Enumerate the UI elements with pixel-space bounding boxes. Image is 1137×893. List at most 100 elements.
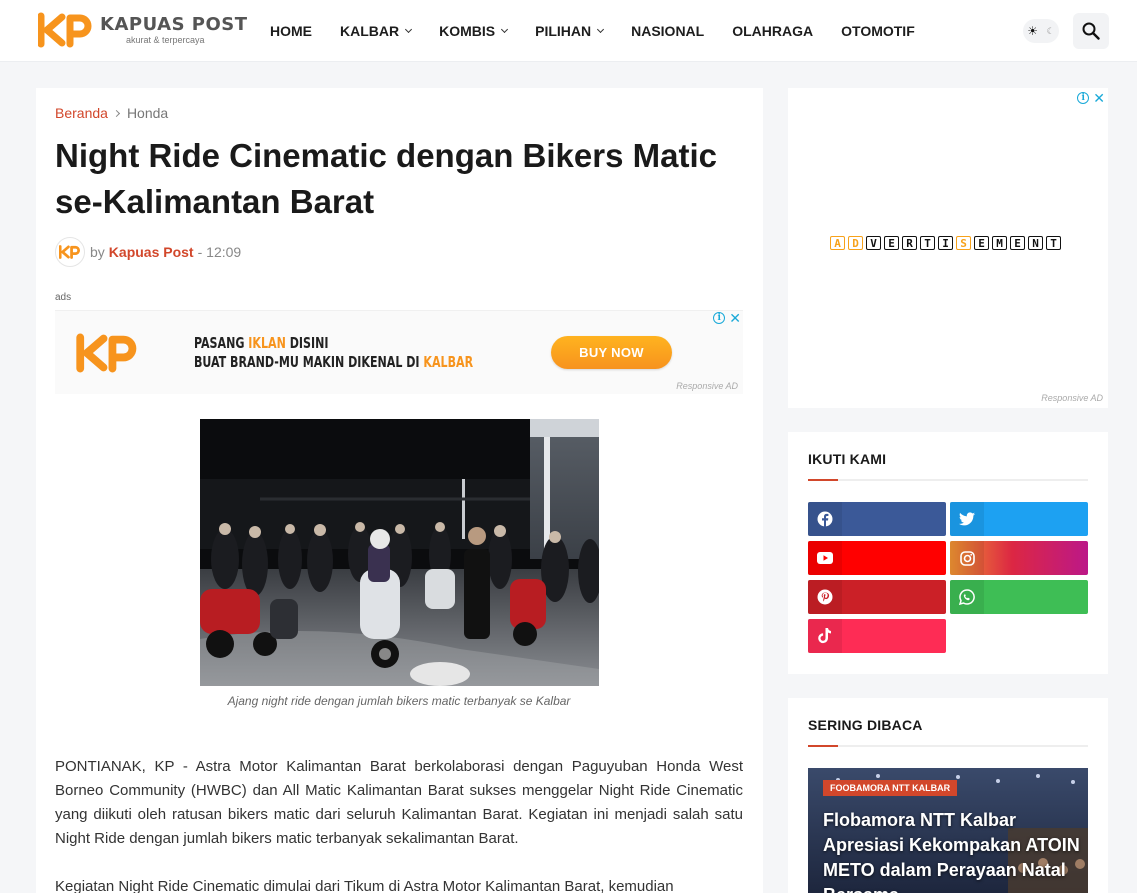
advert-letter: D [848, 236, 863, 250]
site-logo[interactable]: KAPUAS POST akurat & terpercaya [38, 12, 248, 48]
twitter-icon [950, 502, 984, 536]
moon-icon: ☾ [1046, 25, 1055, 36]
buy-now-button[interactable]: BUY NOW [551, 336, 672, 369]
advert-letter: N [1028, 236, 1043, 250]
instagram-icon [950, 541, 984, 575]
ad-text: BUAT BRAND-MU MAKIN DIKENAL DI [194, 353, 424, 371]
advert-letter: V [866, 236, 881, 250]
nav-olahraga[interactable]: OLAHRAGA [718, 23, 827, 39]
popular-post-thumbnail[interactable]: FOOBAMORA NTT KALBAR Flobamora NTT Kalba… [808, 768, 1088, 893]
social-tiktok[interactable] [808, 619, 946, 653]
advert-letter: E [1010, 236, 1025, 250]
nav-label: PILIHAN [535, 23, 592, 39]
advert-letter: E [974, 236, 989, 250]
ad-controls: i ✕ [1077, 91, 1105, 105]
chevron-down-icon [501, 25, 509, 33]
ad-banner[interactable]: PASANG IKLAN DISINI BUAT BRAND-MU MAKIN … [55, 310, 743, 394]
nav-home[interactable]: HOME [256, 23, 326, 39]
advert-letter: A [830, 236, 845, 250]
sidebar-ad[interactable]: i ✕ A D V E R T I S E M E N T Responsive… [788, 88, 1108, 408]
site-tagline: akurat & terpercaya [126, 34, 205, 45]
author-link[interactable]: Kapuas Post [109, 244, 194, 260]
social-instagram[interactable] [950, 541, 1088, 575]
logo-text: KAPUAS POST akurat & terpercaya [100, 13, 248, 45]
ad-text: DISINI [285, 334, 329, 352]
widget-title: IKUTI KAMI [808, 451, 887, 467]
advert-letter: S [956, 236, 971, 250]
nav-pilihan[interactable]: PILIHAN [521, 23, 617, 39]
social-whatsapp[interactable] [950, 580, 1088, 614]
article-card: Beranda Honda Night Ride Cinematic denga… [36, 88, 763, 893]
advert-letter: I [938, 236, 953, 250]
popular-post-title[interactable]: Flobamora NTT Kalbar Apresiasi Kekompaka… [823, 808, 1085, 893]
article-photo[interactable] [200, 419, 599, 686]
widget-title: SERING DIBACA [808, 717, 923, 733]
logo-mark-icon [59, 245, 80, 259]
close-icon[interactable]: ✕ [1093, 91, 1105, 105]
social-pinterest[interactable] [808, 580, 946, 614]
site-header: KAPUAS POST akurat & terpercaya HOME KAL… [0, 0, 1137, 62]
advert-letter: T [1046, 236, 1061, 250]
responsive-ad-label: Responsive AD [676, 381, 738, 391]
nav-kombis[interactable]: KOMBIS [425, 23, 521, 39]
main-nav: HOME KALBAR KOMBIS PILIHAN NASIONAL OLAH… [256, 0, 929, 62]
article-title: Night Ride Cinematic dengan Bikers Matic… [55, 137, 717, 220]
publish-time: - 12:09 [197, 244, 242, 260]
popular-widget: SERING DIBACA FOOBAMORA NTT KALBAR Floba… [788, 698, 1108, 893]
advert-letter: E [884, 236, 899, 250]
category-badge[interactable]: FOOBAMORA NTT KALBAR [823, 780, 958, 796]
tiktok-icon [808, 619, 842, 653]
social-facebook[interactable] [808, 502, 946, 536]
breadcrumb-current-link[interactable]: Honda [127, 105, 168, 121]
advert-letter: R [902, 236, 917, 250]
search-button[interactable] [1073, 13, 1109, 49]
ad-headline: PASANG IKLAN DISINI [194, 334, 328, 352]
article-paragraph: Kegiatan Night Ride Cinematic dimulai da… [55, 878, 674, 893]
breadcrumb: Beranda Honda [55, 105, 168, 121]
byline-prefix: by [90, 244, 105, 260]
ad-highlight: KALBAR [423, 353, 474, 371]
site-name: KAPUAS POST [100, 13, 248, 35]
logo-mark-icon [38, 12, 92, 48]
nav-kalbar[interactable]: KALBAR [326, 23, 425, 39]
whatsapp-icon [950, 580, 984, 614]
widget-divider [808, 745, 1088, 747]
ad-text: PASANG [194, 334, 249, 352]
ad-info-icon[interactable]: i [1077, 92, 1090, 104]
photo-caption: Ajang night ride dengan jumlah bikers ma… [227, 694, 571, 708]
ads-label: ads [55, 292, 72, 303]
social-twitter[interactable] [950, 502, 1088, 536]
nav-label: HOME [270, 23, 312, 39]
nav-label: KOMBIS [439, 23, 496, 39]
advertisement-word: A D V E R T I S E M E N T [830, 236, 1061, 250]
sun-icon: ☀ [1027, 24, 1039, 38]
youtube-icon [808, 541, 842, 575]
nav-otomotif[interactable]: OTOMOTIF [827, 23, 929, 39]
ad-controls: i ✕ [713, 311, 741, 325]
ad-subline: BUAT BRAND-MU MAKIN DIKENAL DI KALBAR [194, 353, 473, 371]
nav-nasional[interactable]: NASIONAL [617, 23, 718, 39]
nav-label: NASIONAL [631, 23, 705, 39]
pinterest-icon [808, 580, 842, 614]
night-ride-photo [200, 419, 599, 686]
ad-logo-icon [76, 333, 137, 373]
dark-mode-toggle[interactable]: ☀ ☾ [1023, 19, 1059, 43]
advert-letter: M [992, 236, 1007, 250]
ad-highlight: IKLAN [248, 334, 286, 352]
nav-label: OLAHRAGA [732, 23, 814, 39]
article-paragraph: PONTIANAK, KP - Astra Motor Kalimantan B… [55, 758, 743, 847]
nav-label: KALBAR [340, 23, 400, 39]
responsive-ad-label: Responsive AD [1041, 393, 1103, 403]
follow-widget: IKUTI KAMI [788, 432, 1108, 674]
article-meta: by Kapuas Post - 12:09 [55, 237, 241, 267]
chevron-down-icon [597, 25, 605, 33]
ad-info-icon[interactable]: i [713, 312, 726, 324]
close-icon[interactable]: ✕ [729, 311, 741, 325]
author-avatar[interactable] [55, 237, 85, 267]
widget-divider [808, 479, 1088, 481]
social-youtube[interactable] [808, 541, 946, 575]
advert-letter: T [920, 236, 935, 250]
breadcrumb-home-link[interactable]: Beranda [55, 105, 108, 121]
chevron-down-icon [405, 25, 413, 33]
search-icon [1082, 22, 1100, 40]
